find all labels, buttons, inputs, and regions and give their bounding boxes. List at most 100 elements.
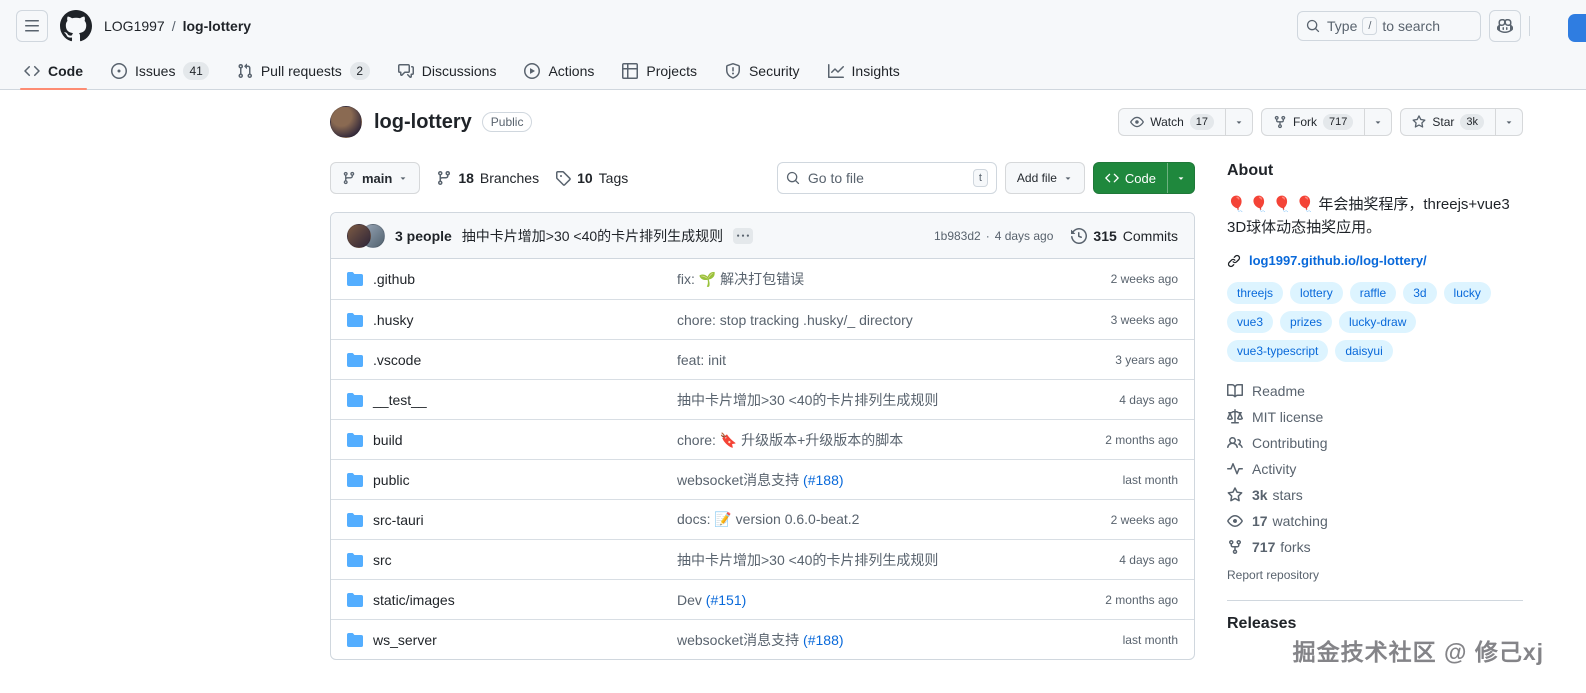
website-link[interactable]: log1997.github.io/log-lottery/ [1249, 253, 1427, 268]
activity-link[interactable]: Activity [1227, 458, 1523, 480]
tab-code[interactable]: Code [14, 52, 93, 90]
topic-tag[interactable]: vue3-typescript [1227, 340, 1329, 362]
file-name-link[interactable]: .github [373, 271, 415, 287]
file-name-link[interactable]: ws_server [373, 632, 437, 648]
topic-tag[interactable]: 3d [1403, 282, 1437, 304]
watching-link[interactable]: 17 watching [1227, 510, 1523, 532]
book-icon [1227, 383, 1243, 399]
file-name-link[interactable]: static/images [373, 592, 455, 608]
breadcrumb-repo-link[interactable]: log-lottery [183, 18, 251, 34]
topic-tag[interactable]: prizes [1280, 311, 1333, 333]
add-file-button[interactable]: Add file [1006, 163, 1084, 193]
tab-pull-requests[interactable]: Pull requests 2 [227, 52, 380, 89]
hamburger-menu-button[interactable] [16, 10, 48, 42]
report-repository-link[interactable]: Report repository [1227, 568, 1319, 582]
fork-dropdown-button[interactable] [1364, 109, 1391, 135]
topic-tag[interactable]: vue3 [1227, 311, 1274, 333]
file-commit-message-link[interactable]: feat: init [677, 352, 726, 368]
watch-dropdown-button[interactable] [1225, 109, 1252, 135]
file-commit-message-link[interactable]: websocket消息支持 [677, 632, 803, 648]
tab-discussions[interactable]: Discussions [388, 52, 507, 89]
file-commit-message-link[interactable]: fix: 🌱 解决打包错误 [677, 271, 804, 287]
contributor-avatars[interactable] [347, 223, 385, 248]
link-icon [1227, 254, 1241, 268]
repo-page: log-lottery Public Watch 17 Fork 717 Sta… [0, 90, 1586, 660]
file-commit-message-link[interactable]: chore: 🔖 升级版本+升级版本的脚本 [677, 432, 903, 448]
stars-link[interactable]: 3k stars [1227, 484, 1523, 506]
pull-requests-count-badge: 2 [349, 61, 370, 80]
branches-link[interactable]: 18 Branches [436, 170, 539, 186]
star-button[interactable]: Star 3k [1401, 109, 1495, 135]
file-commit-message-link[interactable]: chore: stop tracking .husky/_ directory [677, 312, 913, 328]
file-name-link[interactable]: .vscode [373, 352, 421, 368]
file-age: 4 days ago [1119, 552, 1178, 567]
cut-off-header-button[interactable] [1568, 14, 1586, 42]
code-button[interactable]: Code [1094, 163, 1167, 193]
license-link[interactable]: MIT license [1227, 406, 1523, 428]
topic-tag[interactable]: threejs [1227, 282, 1284, 304]
tab-actions[interactable]: Actions [514, 52, 604, 89]
commit-history-link[interactable]: 315 Commits [1071, 227, 1178, 244]
topics-list: threejs lottery raffle 3d lucky vue3 pri… [1227, 282, 1523, 362]
topic-tag[interactable]: lottery [1290, 282, 1343, 304]
repo-title[interactable]: log-lottery [374, 111, 472, 134]
file-table-body: .github fix: 🌱 解决打包错误 2 weeks ago .husky… [331, 259, 1194, 659]
github-logo[interactable] [60, 10, 92, 42]
tags-link[interactable]: 10 Tags [555, 170, 628, 186]
file-row: static/images Dev (#151) 2 months ago [331, 579, 1194, 619]
go-to-file-input[interactable]: Go to file t [776, 162, 997, 194]
topic-tag[interactable]: raffle [1349, 282, 1397, 304]
latest-commit-bar: 3 people 抽中卡片增加>30 <40的卡片排列生成规则 1b983d2 … [331, 213, 1194, 259]
file-name-link[interactable]: __test__ [373, 392, 427, 408]
file-name-link[interactable]: src [373, 552, 392, 568]
file-commit-message-link[interactable]: 抽中卡片增加>30 <40的卡片排列生成规则 [677, 392, 938, 408]
file-age: 2 weeks ago [1110, 272, 1178, 286]
readme-link[interactable]: Readme [1227, 380, 1523, 402]
file-name-link[interactable]: public [373, 472, 410, 488]
file-name-link[interactable]: .husky [373, 312, 413, 328]
fork-icon [1227, 539, 1243, 555]
pr-number-link[interactable]: (#188) [803, 632, 843, 648]
repo-action-buttons: Watch 17 Fork 717 Star 3k [1118, 108, 1523, 136]
topic-tag[interactable]: lucky-draw [1339, 311, 1417, 333]
chevron-down-icon [398, 173, 408, 183]
hamburger-icon [24, 18, 40, 34]
file-name-link[interactable]: build [373, 432, 403, 448]
file-commit-message-link[interactable]: websocket消息支持 [677, 472, 803, 488]
about-meta-list: Readme MIT license Contributing Activity… [1227, 380, 1523, 558]
fork-button[interactable]: Fork 717 [1262, 109, 1364, 135]
graph-icon [828, 63, 844, 79]
commit-hash-link[interactable]: 1b983d2 [934, 229, 981, 243]
commit-authors-link[interactable]: 3 people [395, 228, 452, 244]
file-age: last month [1122, 632, 1178, 647]
file-commit-message-link[interactable]: 抽中卡片增加>30 <40的卡片排列生成规则 [677, 552, 938, 568]
watch-button[interactable]: Watch 17 [1119, 109, 1225, 135]
topic-tag[interactable]: lucky [1443, 282, 1491, 304]
code-dropdown-button[interactable] [1167, 163, 1194, 193]
tab-security[interactable]: Security [715, 52, 810, 89]
branch-selector-button[interactable]: main [331, 163, 419, 193]
folder-icon [347, 352, 363, 368]
tab-projects[interactable]: Projects [612, 52, 707, 89]
file-browser-column: main 18 Branches 10 Tags Go to file t Ad… [330, 162, 1195, 660]
file-commit-message-link[interactable]: Dev [677, 592, 706, 608]
history-icon [1071, 228, 1087, 244]
commit-message-link[interactable]: 抽中卡片增加>30 <40的卡片排列生成规则 [462, 226, 723, 246]
file-commit-message-link[interactable]: docs: 📝 version 0.6.0-beat.2 [677, 511, 859, 527]
file-row: src 抽中卡片增加>30 <40的卡片排列生成规则 4 days ago [331, 539, 1194, 579]
forks-link[interactable]: 717 forks [1227, 536, 1523, 558]
contributing-link[interactable]: Contributing [1227, 432, 1523, 454]
global-search-input[interactable]: Type / to search [1297, 11, 1481, 41]
folder-icon [347, 472, 363, 488]
owner-avatar[interactable] [330, 106, 362, 138]
file-name-link[interactable]: src-tauri [373, 512, 424, 528]
copilot-button[interactable] [1489, 10, 1521, 42]
tab-insights[interactable]: Insights [818, 52, 910, 89]
breadcrumb-owner-link[interactable]: LOG1997 [104, 18, 165, 34]
tab-issues[interactable]: Issues 41 [101, 52, 219, 89]
pr-number-link[interactable]: (#188) [803, 472, 843, 488]
pr-number-link[interactable]: (#151) [706, 592, 746, 608]
star-dropdown-button[interactable] [1495, 109, 1522, 135]
commit-details-button[interactable] [733, 227, 754, 244]
topic-tag[interactable]: daisyui [1335, 340, 1393, 362]
